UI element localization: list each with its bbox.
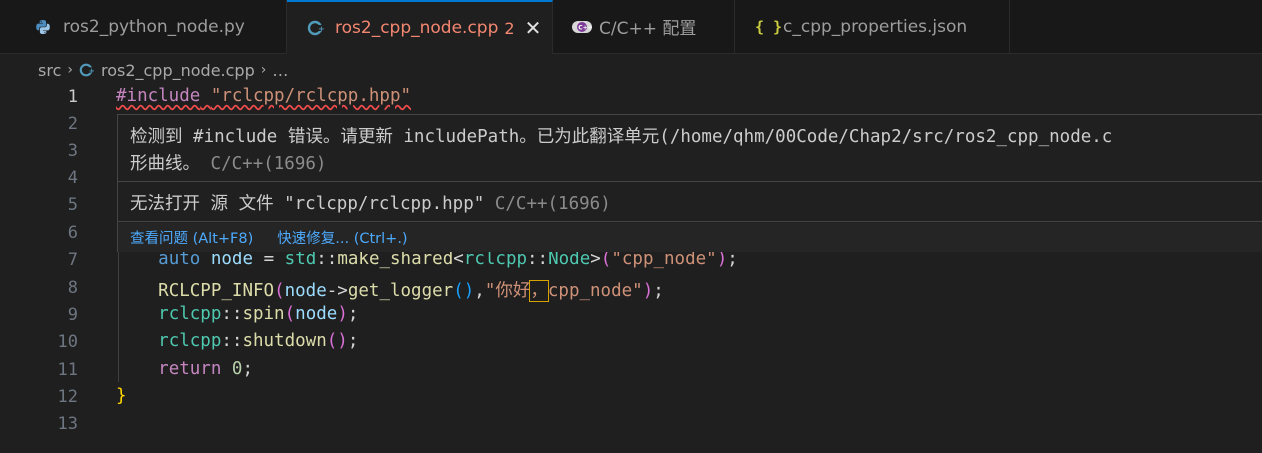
line-number: 12 (57, 387, 78, 407)
line-number: 5 (67, 195, 78, 215)
breadcrumb-file[interactable]: ros2_cpp_node.cpp (101, 61, 255, 80)
hover-source: C/C++(1696) (210, 154, 327, 174)
line-number: 2 (67, 114, 78, 134)
chevron-right-icon: › (67, 62, 73, 78)
view-problem-link[interactable]: 查看问题 (Alt+F8) (130, 227, 253, 248)
tab-cpp-config[interactable]: C++ C/C++ 配置 (553, 0, 735, 53)
line-number: 11 (57, 360, 78, 380)
svg-text:+: + (89, 66, 95, 75)
hover-source: C/C++(1696) (494, 194, 611, 214)
tab-label: ros2_python_node.py (63, 16, 245, 37)
cpp-config-icon: C++ (571, 19, 593, 35)
line-number: 6 (67, 223, 78, 243)
breadcrumb-folder[interactable]: src (38, 61, 61, 80)
hover-divider (118, 181, 1262, 182)
quick-fix-link[interactable]: 快速修复... (Ctrl+.) (277, 227, 407, 248)
line-number: 4 (67, 168, 78, 188)
include-directive: #include "rclcpp/rclcpp.hpp" (116, 86, 412, 106)
tab-label: c_cpp_properties.json (783, 16, 968, 37)
hover-actions: 查看问题 (Alt+F8) 快速修复... (Ctrl+.) (118, 223, 1262, 252)
tab-bar-spacer (0, 0, 18, 53)
code-line-11[interactable]: return 0; (116, 359, 253, 379)
line-number: 7 (67, 250, 78, 270)
tab-ros2-cpp-node[interactable]: + ros2_cpp_node.cpp 2 ✕ (287, 0, 553, 54)
unicode-highlight: ， (529, 280, 549, 302)
code-line-9[interactable]: rclcpp::spin(node); (116, 304, 358, 324)
line-number: 9 (67, 305, 78, 325)
tab-label: C/C++ 配置 (599, 19, 697, 39)
code-line-1[interactable]: #include "rclcpp/rclcpp.hpp" (116, 86, 411, 106)
tab-label: ros2_cpp_node.cpp (335, 18, 499, 38)
chevron-right-icon: › (260, 62, 267, 78)
tab-bar: ros2_python_node.py + ros2_cpp_node.cpp … (0, 0, 1262, 54)
code-line-12[interactable]: } (116, 386, 127, 406)
close-icon[interactable]: ✕ (525, 18, 542, 38)
diagnostic-hover: 检测到 #include 错误。请更新 includePath。已为此翻译单元(… (117, 114, 1262, 252)
json-icon: { } (755, 17, 783, 36)
svg-text:C++: C++ (578, 24, 592, 31)
code-line-7[interactable]: auto node = std::make_shared<rclcpp::Nod… (116, 249, 738, 269)
tab-c-cpp-properties[interactable]: { } c_cpp_properties.json (735, 0, 1010, 53)
breadcrumb: src › + ros2_cpp_node.cpp › … (38, 58, 288, 82)
hover-message-2: 无法打开 源 文件 "rclcpp/rclcpp.hpp" C/C++(1696… (130, 194, 611, 214)
code-line-10[interactable]: rclcpp::shutdown(); (116, 331, 358, 351)
python-icon (35, 19, 57, 35)
breadcrumb-more[interactable]: … (272, 61, 288, 80)
line-number: 13 (57, 414, 78, 434)
svg-text:+: + (318, 25, 325, 34)
hover-message-1-line-1: 检测到 #include 错误。请更新 includePath。已为此翻译单元(… (130, 127, 1113, 147)
problem-count-badge: 2 (504, 18, 515, 38)
line-number: 1 (67, 87, 78, 107)
line-number: 8 (67, 278, 78, 298)
cpp-icon: + (307, 19, 329, 37)
cpp-icon: + (79, 62, 95, 78)
hover-divider (118, 221, 1262, 222)
line-number: 10 (57, 332, 78, 352)
hover-message-1-line-2: 形曲线。 C/C++(1696) (130, 154, 327, 174)
line-number: 3 (67, 141, 78, 161)
tab-ros2-python-node[interactable]: ros2_python_node.py (17, 0, 287, 53)
code-line-8[interactable]: RCLCPP_INFO(node->get_logger(),"你好，cpp_n… (116, 277, 664, 302)
